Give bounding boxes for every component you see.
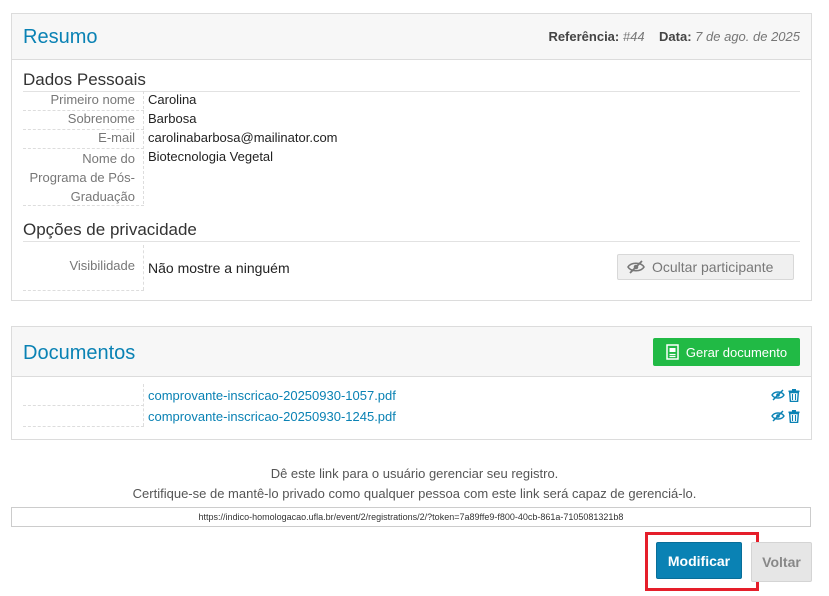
registration-meta: Referência: #44 Data: 7 de ago. de 2025	[548, 29, 800, 44]
manage-info-line2: Certifique-se de mantê-lo privado como q…	[132, 486, 697, 501]
document-actions	[771, 410, 800, 423]
document-actions	[771, 389, 800, 402]
field-label-line: Programa de Pós-	[29, 170, 136, 185]
modify-button[interactable]: Modificar	[656, 542, 742, 579]
back-button[interactable]: Voltar	[751, 542, 812, 582]
field-label: Nome do Programa de Pós- Graduação	[23, 149, 144, 206]
field-label-line: Nome do	[82, 151, 135, 166]
field-value: Biotecnologia Vegetal	[148, 149, 274, 164]
field-label-line: Graduação	[70, 189, 135, 204]
document-icon	[666, 344, 679, 360]
date-value: 7 de ago. de 2025	[695, 29, 800, 44]
documents-panel: Documentos Gerar documento comprovante-i…	[11, 326, 812, 440]
manage-info-line1: Dê este link para o usuário gerenciar se…	[270, 466, 559, 481]
generate-document-button[interactable]: Gerar documento	[653, 338, 800, 366]
document-label	[23, 386, 144, 406]
personal-data-heading: Dados Pessoais	[23, 70, 800, 92]
summary-header: Resumo Referência: #44 Data: 7 de ago. d…	[12, 14, 811, 60]
date-label: Data:	[659, 29, 692, 44]
trash-icon[interactable]	[788, 389, 800, 402]
document-label	[23, 407, 144, 427]
field-row-last-name: Sobrenome Barbosa	[23, 111, 800, 130]
document-link[interactable]: comprovante-inscricao-20250930-1245.pdf	[148, 409, 396, 424]
summary-title: Resumo	[23, 26, 98, 48]
reference-value: #44	[622, 29, 645, 44]
generate-document-label: Gerar documento	[685, 344, 788, 360]
hide-participant-label: Ocultar participante	[652, 259, 774, 275]
field-label: Primeiro nome	[23, 92, 144, 111]
document-row: comprovante-inscricao-20250930-1057.pdf	[23, 386, 800, 406]
visibility-value: Não mostre a ninguém	[148, 260, 290, 276]
field-row-first-name: Primeiro nome Carolina	[23, 92, 800, 111]
trash-icon[interactable]	[788, 410, 800, 423]
document-link[interactable]: comprovante-inscricao-20250930-1057.pdf	[148, 388, 396, 403]
field-row-email: E-mail carolinabarbosa@mailinator.com	[23, 130, 800, 149]
field-label: E-mail	[23, 130, 144, 149]
eye-slash-icon[interactable]	[771, 389, 785, 401]
field-row-graduate-program: Nome do Programa de Pós- Graduação Biote…	[23, 149, 800, 206]
summary-panel: Resumo Referência: #44 Data: 7 de ago. d…	[11, 13, 812, 301]
field-label: Visibilidade	[23, 258, 144, 291]
reference-label: Referência:	[548, 29, 620, 44]
field-label: Sobrenome	[23, 111, 144, 130]
eye-slash-icon	[627, 260, 645, 274]
manage-link-field[interactable]: https://indico-homologacao.ufla.br/event…	[11, 507, 811, 527]
field-value: Barbosa	[148, 111, 197, 126]
hide-participant-button[interactable]: Ocultar participante	[617, 254, 794, 280]
documents-title: Documentos	[23, 342, 136, 364]
eye-slash-icon[interactable]	[771, 410, 785, 422]
documents-header: Documentos Gerar documento	[12, 327, 811, 377]
field-value: Carolina	[148, 92, 197, 107]
document-row: comprovante-inscricao-20250930-1245.pdf	[23, 407, 800, 427]
field-value: carolinabarbosa@mailinator.com	[148, 130, 338, 145]
privacy-heading: Opções de privacidade	[23, 220, 800, 242]
